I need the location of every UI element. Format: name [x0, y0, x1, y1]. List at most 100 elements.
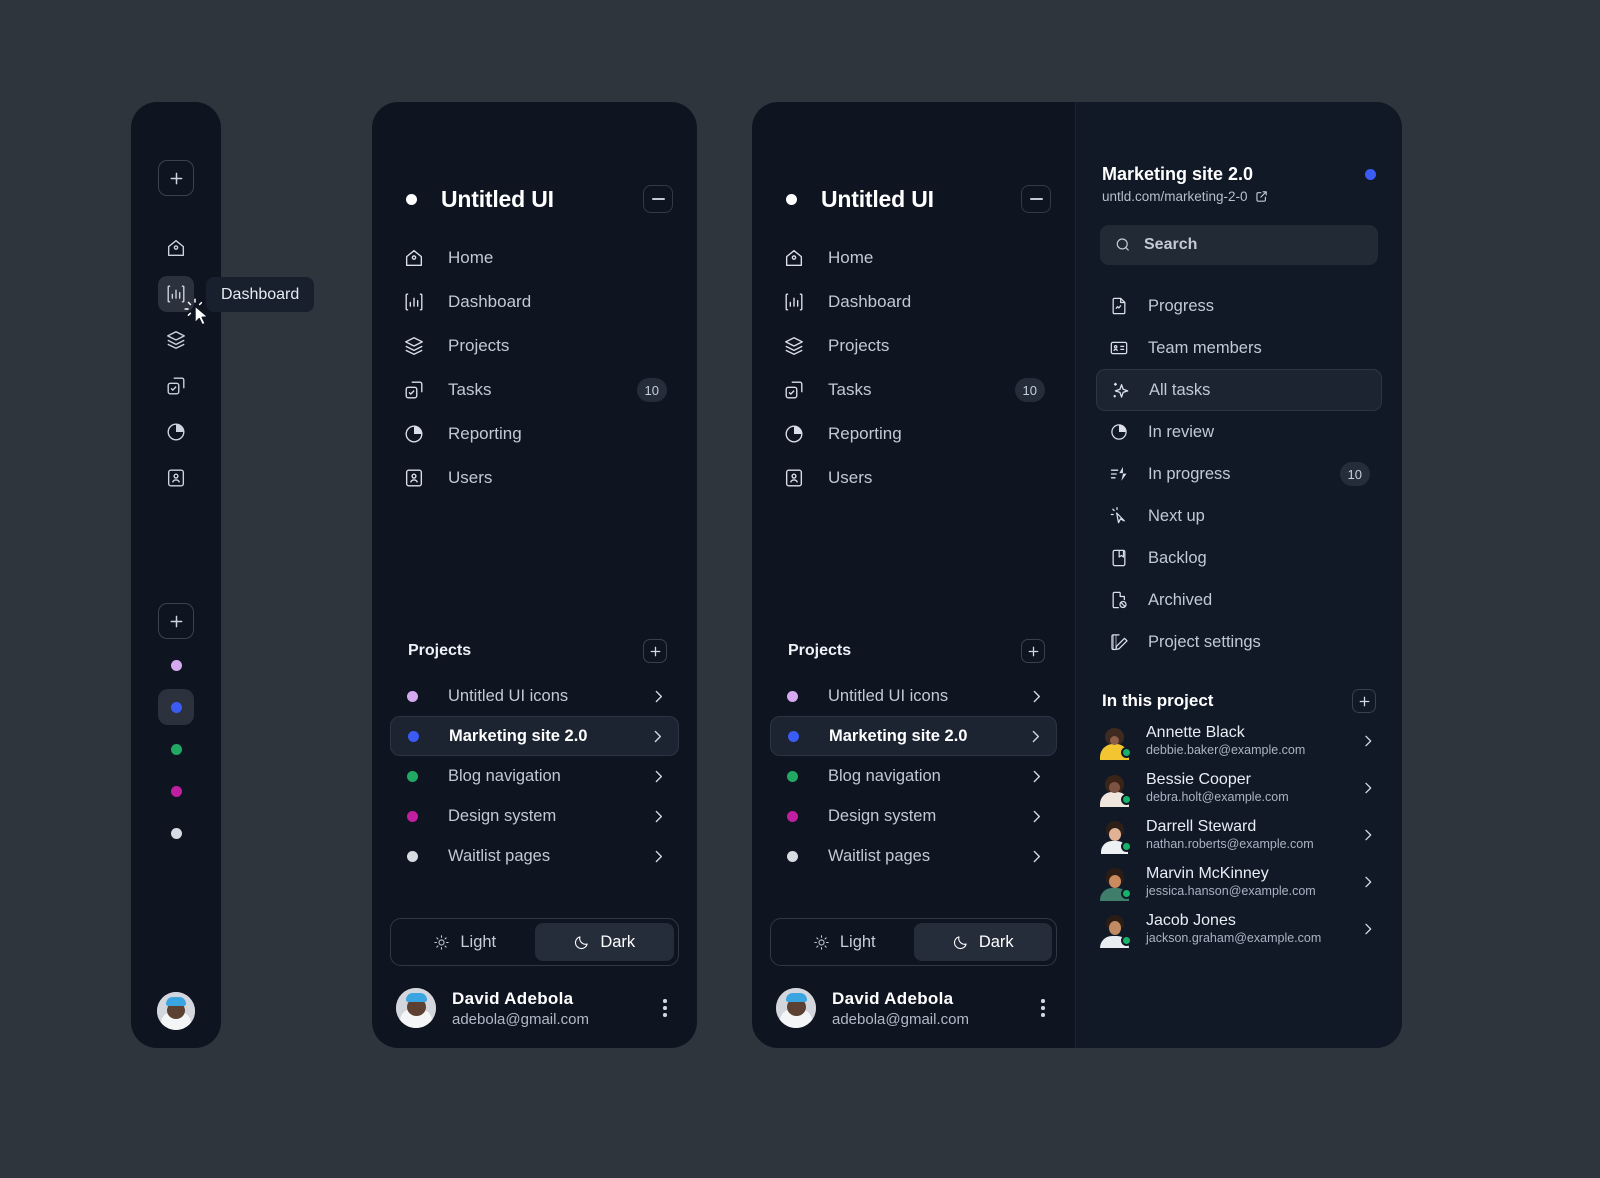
nav-item-users[interactable]: Users — [390, 456, 679, 500]
project-label: Untitled UI icons — [828, 686, 949, 705]
chevron-right-icon[interactable] — [1360, 921, 1376, 937]
users-icon — [402, 466, 426, 490]
detail-item-progress[interactable]: Progress — [1096, 285, 1382, 327]
status-online-indicator — [1121, 935, 1132, 946]
project-item-waitlist-pages[interactable]: Waitlist pages — [390, 836, 679, 876]
project-item-blog-navigation[interactable]: Blog navigation — [770, 756, 1057, 796]
project-item-waitlist-pages[interactable]: Waitlist pages — [770, 836, 1057, 876]
add-project-button[interactable] — [643, 639, 667, 663]
chevron-right-icon[interactable] — [1027, 728, 1044, 745]
rail-project-waitlist-pages[interactable] — [158, 815, 194, 851]
chevron-right-icon[interactable] — [650, 768, 667, 785]
user-profile-row[interactable]: David Adebola adebola@gmail.com — [372, 966, 697, 1028]
detail-item-next-up[interactable]: Next up — [1096, 495, 1382, 537]
detail-item-in-progress[interactable]: In progress 10 — [1096, 453, 1382, 495]
member-row[interactable]: Jacob Jones jackson.graham@example.com — [1076, 905, 1402, 952]
member-row[interactable]: Darrell Steward nathan.roberts@example.c… — [1076, 811, 1402, 858]
nav-label: Home — [828, 248, 874, 267]
project-item-design-system[interactable]: Design system — [390, 796, 679, 836]
chevron-right-icon[interactable] — [1028, 808, 1045, 825]
nav-item-home[interactable]: Home — [770, 236, 1057, 280]
nav-item-tasks[interactable]: Tasks 10 — [390, 368, 679, 412]
chevron-right-icon[interactable] — [1028, 688, 1045, 705]
nav-label: Projects — [448, 336, 510, 355]
rail-item-users[interactable] — [158, 460, 194, 496]
project-item-untitled-ui-icons[interactable]: Untitled UI icons — [390, 676, 679, 716]
rail-item-reporting[interactable] — [158, 414, 194, 450]
chevron-right-icon[interactable] — [1360, 733, 1376, 749]
nav-item-dashboard[interactable]: Dashboard — [770, 280, 1057, 324]
user-menu-button[interactable] — [1035, 993, 1051, 1023]
rail-item-home[interactable] — [158, 230, 194, 266]
projects-list: Untitled UI icons Marketing site 2.0 Blo… — [752, 676, 1075, 876]
project-item-untitled-ui-icons[interactable]: Untitled UI icons — [770, 676, 1057, 716]
mouse-cursor-icon — [182, 296, 216, 330]
external-link-icon[interactable] — [1255, 190, 1268, 203]
nav-item-dashboard[interactable]: Dashboard — [390, 280, 679, 324]
theme-option-dark[interactable]: Dark — [534, 923, 674, 961]
user-menu-button[interactable] — [657, 993, 673, 1023]
project-item-blog-navigation[interactable]: Blog navigation — [390, 756, 679, 796]
chevron-right-icon[interactable] — [649, 728, 666, 745]
rail-add-button[interactable] — [158, 160, 194, 196]
collapse-sidebar-button[interactable] — [1021, 185, 1051, 213]
add-member-button[interactable] — [1352, 689, 1376, 713]
detail-label: Next up — [1148, 506, 1205, 525]
member-row[interactable]: Annette Black debbie.baker@example.com — [1076, 717, 1402, 764]
projects-list: Untitled UI icons Marketing site 2.0 Blo… — [372, 676, 697, 876]
member-row[interactable]: Marvin McKinney jessica.hanson@example.c… — [1076, 858, 1402, 905]
detail-item-all-tasks[interactable]: All tasks — [1096, 369, 1382, 411]
chevron-right-icon[interactable] — [650, 688, 667, 705]
project-label: Waitlist pages — [448, 846, 551, 865]
status-online-indicator — [1121, 794, 1132, 805]
chevron-right-icon[interactable] — [650, 808, 667, 825]
detail-item-backlog[interactable]: Backlog — [1096, 537, 1382, 579]
status-online-indicator — [1121, 747, 1132, 758]
nav-item-reporting[interactable]: Reporting — [390, 412, 679, 456]
chevron-right-icon[interactable] — [650, 848, 667, 865]
theme-option-light[interactable]: Light — [395, 923, 535, 961]
detail-item-project-settings[interactable]: Project settings — [1096, 621, 1382, 663]
project-color-dot — [170, 743, 182, 755]
theme-dark-label: Dark — [978, 932, 1014, 951]
chevron-right-icon[interactable] — [1028, 848, 1045, 865]
nav-item-users[interactable]: Users — [770, 456, 1057, 500]
member-row[interactable]: Bessie Cooper debra.holt@example.com — [1076, 764, 1402, 811]
nav-item-home[interactable]: Home — [390, 236, 679, 280]
search-input[interactable]: Search — [1100, 225, 1378, 265]
nav-item-tasks[interactable]: Tasks 10 — [770, 368, 1057, 412]
chevron-right-icon[interactable] — [1360, 827, 1376, 843]
chevron-right-icon[interactable] — [1360, 874, 1376, 890]
project-item-marketing-site-2-0[interactable]: Marketing site 2.0 — [770, 716, 1057, 756]
nav-item-reporting[interactable]: Reporting — [770, 412, 1057, 456]
main-nav: Home Dashboard Projects Tasks 10 Reporti… — [752, 236, 1075, 500]
nav-item-projects[interactable]: Projects — [390, 324, 679, 368]
theme-option-light[interactable]: Light — [775, 923, 914, 961]
rail-project-design-system[interactable] — [158, 773, 194, 809]
rail-project-blog-navigation[interactable] — [158, 731, 194, 767]
detail-item-team-members[interactable]: Team members — [1096, 327, 1382, 369]
detail-item-in-review[interactable]: In review — [1096, 411, 1382, 453]
rail-project-untitled-ui-icons[interactable] — [158, 647, 194, 683]
theme-toggle[interactable]: Light Dark — [770, 918, 1057, 966]
pie-chart-icon — [1108, 421, 1130, 443]
project-item-marketing-site-2-0[interactable]: Marketing site 2.0 — [390, 716, 679, 756]
theme-option-dark[interactable]: Dark — [913, 923, 1052, 961]
rail-item-tasks[interactable] — [158, 368, 194, 404]
add-project-button[interactable] — [1021, 639, 1045, 663]
rail-add-project-button[interactable] — [158, 603, 194, 639]
home-icon — [402, 246, 426, 270]
collapse-sidebar-button[interactable] — [643, 185, 673, 213]
nav-item-projects[interactable]: Projects — [770, 324, 1057, 368]
theme-toggle[interactable]: Light Dark — [390, 918, 679, 966]
tasks-icon — [782, 378, 806, 402]
chevron-right-icon[interactable] — [1028, 768, 1045, 785]
rail-project-marketing-site-2-0[interactable] — [158, 689, 194, 725]
user-profile-row[interactable]: David Adebola adebola@gmail.com — [752, 966, 1075, 1028]
project-item-design-system[interactable]: Design system — [770, 796, 1057, 836]
rail-user-avatar[interactable] — [157, 992, 195, 1030]
detail-item-archived[interactable]: Archived — [1096, 579, 1382, 621]
chevron-right-icon[interactable] — [1360, 780, 1376, 796]
user-email: adebola@gmail.com — [832, 1010, 969, 1028]
brand-name: Untitled UI — [821, 185, 934, 212]
